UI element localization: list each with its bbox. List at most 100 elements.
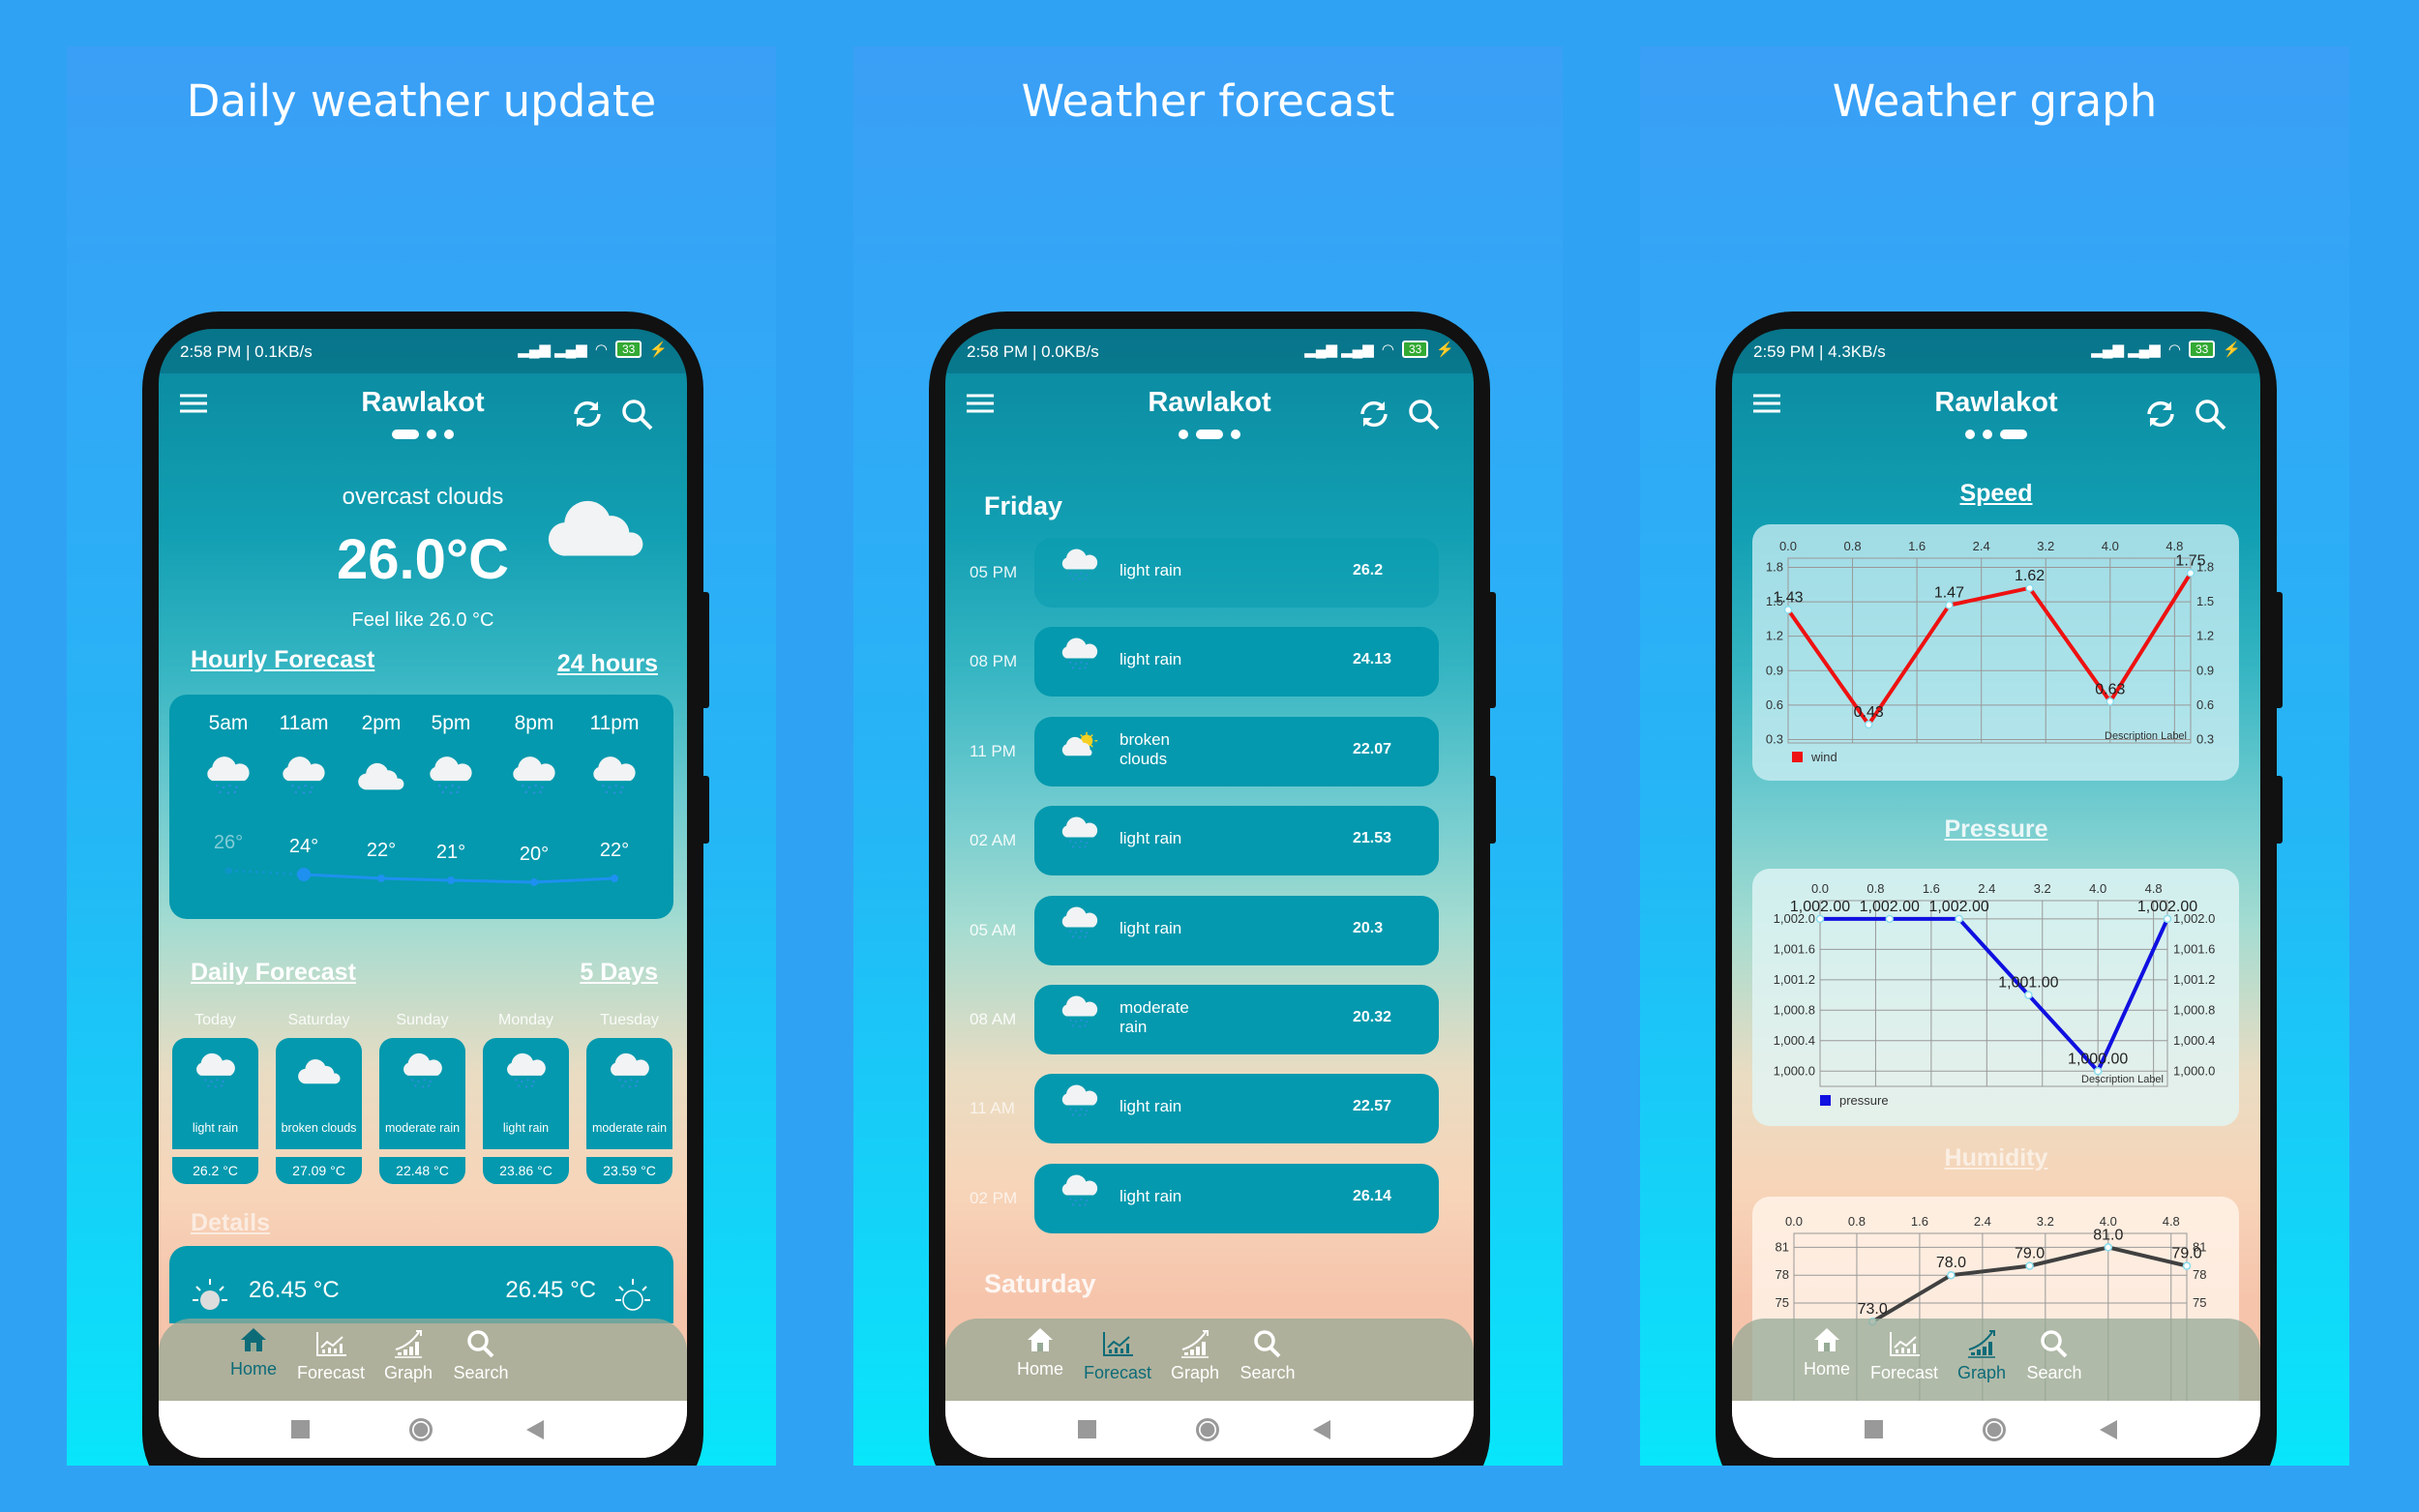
search-icon[interactable] <box>1408 399 1441 436</box>
recent-apps-button[interactable] <box>1078 1420 1096 1438</box>
hourly-line-segment <box>450 878 535 884</box>
forecast-temp: 21.53 <box>1353 830 1392 847</box>
y-tick-label-left: 78 <box>1776 1267 1789 1282</box>
back-button[interactable] <box>2100 1420 2117 1439</box>
refresh-icon[interactable] <box>2143 399 2178 434</box>
rain-cloud-icon <box>1060 1083 1100 1120</box>
hourly-point <box>447 876 455 884</box>
city-title: Rawlakot <box>1148 387 1271 418</box>
daily-card[interactable]: light rain <box>483 1038 569 1149</box>
daily-desc: light rain <box>192 1121 239 1135</box>
daily-card[interactable]: broken clouds <box>276 1038 362 1149</box>
forecast-row[interactable]: light rain 26.14 <box>1034 1163 1439 1233</box>
hourly-line-segment <box>380 876 452 882</box>
daily-temp: 22.48 °C <box>379 1157 465 1184</box>
data-point <box>1947 1270 1956 1280</box>
nav-search[interactable]: Search <box>423 1328 539 1383</box>
hourly-point <box>377 875 385 882</box>
daily-desc: broken clouds <box>281 1121 357 1135</box>
y-tick-label-right: 0.3 <box>2196 731 2214 746</box>
forecast-temp: 20.32 <box>1353 1009 1392 1025</box>
nav-label: Search <box>2026 1363 2082 1382</box>
x-tick-label: 2.4 <box>1974 1214 1991 1229</box>
city-title: Rawlakot <box>361 387 485 418</box>
back-button[interactable] <box>526 1420 544 1439</box>
daily-card[interactable]: moderate rain <box>379 1038 465 1149</box>
home-button[interactable] <box>409 1418 433 1441</box>
humidity-chart-title: Humidity <box>1944 1144 2048 1171</box>
status-time: 2:59 PM | 4.3KB/s <box>1753 342 1886 361</box>
refresh-icon[interactable] <box>570 399 605 434</box>
data-point <box>1864 720 1873 729</box>
daily-day: Today <box>194 1012 236 1028</box>
home-button[interactable] <box>1983 1418 2006 1441</box>
panel-daily-weather: Daily weather update 2:58 PM | 0.1KB/s ▂… <box>67 46 776 1466</box>
recent-apps-button[interactable] <box>291 1420 310 1438</box>
forecast-time: 11 AM <box>970 1099 1015 1118</box>
recent-apps-button[interactable] <box>1865 1420 1883 1438</box>
charging-icon: ⚡ <box>649 341 668 358</box>
series-line <box>1786 572 2193 728</box>
data-label: 1.75 <box>2175 552 2205 569</box>
forecast-row[interactable]: broken clouds 22.07 <box>1034 716 1439 786</box>
forecast-row[interactable]: light rain 22.57 <box>1034 1074 1439 1144</box>
refresh-icon[interactable] <box>1357 399 1391 434</box>
forecast-temp: 20.3 <box>1353 919 1384 936</box>
y-tick-label-right: 1,001.6 <box>2173 941 2215 956</box>
x-tick-label: 4.8 <box>2165 539 2183 553</box>
forecast-row[interactable]: light rain 21.53 <box>1034 806 1439 876</box>
forecast-desc: light rain <box>1120 918 1182 937</box>
search-icon[interactable] <box>2195 399 2227 436</box>
daily-card[interactable]: light rain <box>172 1038 258 1149</box>
data-label: 1.43 <box>1773 589 1803 606</box>
daily-desc: moderate rain <box>591 1121 668 1135</box>
search-icon[interactable] <box>621 399 654 436</box>
hourly-24-hours-link[interactable]: 24 hours <box>557 650 658 678</box>
y-tick-label-left: 1,000.8 <box>1774 1002 1815 1017</box>
back-button[interactable] <box>1313 1420 1330 1439</box>
y-tick-label-right: 0.6 <box>2196 697 2214 712</box>
home-button[interactable] <box>1196 1418 1219 1441</box>
speed-chart: 0.0 0.8 1.6 2.4 3.2 4.0 4.8 0.3 0.3 0.6 0.6 0.9 0.9 1… <box>1766 539 2214 764</box>
y-tick-label-right: 1,000.4 <box>2173 1033 2215 1048</box>
forecast-row[interactable]: light rain 20.3 <box>1034 895 1439 965</box>
status-bar: 2:58 PM | 0.0KB/s ▂▄▆ ▂▄▆ ◠ 33 ⚡ <box>945 329 1474 373</box>
data-label: 1,001.00 <box>1998 975 2058 992</box>
hourly-point <box>297 868 311 881</box>
graph-icon <box>1968 1330 1995 1358</box>
data-label: 1,002.00 <box>1860 899 1920 915</box>
daily-card[interactable]: moderate rain <box>586 1038 672 1149</box>
panel-weather-graph: Weather graph 2:59 PM | 4.3KB/s ▂▄▆ ▂▄▆ ◠… <box>1640 46 2349 1466</box>
forecast-row[interactable]: moderate rain 20.32 <box>1034 985 1439 1054</box>
forecast-time: 02 AM <box>970 831 1017 850</box>
daily-desc: light rain <box>502 1121 550 1135</box>
wifi-icon: ◠ <box>2167 341 2181 358</box>
sunset-icon <box>615 1279 650 1311</box>
battery-icon: 33 <box>1401 341 1429 358</box>
rain-cloud-icon <box>1060 905 1100 942</box>
data-label: 0.63 <box>2095 681 2125 697</box>
y-tick-label-right: 78 <box>2193 1267 2206 1282</box>
phone-frame: 2:59 PM | 4.3KB/s ▂▄▆ ▂▄▆ ◠ 33 ⚡ Rawlakot S… <box>1716 311 2283 1466</box>
status-bar: 2:58 PM | 0.1KB/s ▂▄▆ ▂▄▆ ◠ 33 ⚡ <box>159 329 687 373</box>
legend-swatch <box>1820 1095 1831 1106</box>
forecast-row[interactable]: light rain 24.13 <box>1034 627 1439 697</box>
y-tick-label-left: 1.8 <box>1766 559 1783 574</box>
y-tick-label-left: 0.9 <box>1766 663 1783 677</box>
hourly-point <box>611 875 618 882</box>
data-label: 1,002.00 <box>2137 899 2197 915</box>
data-label: 1.47 <box>1934 585 1964 602</box>
forecast-desc: broken clouds <box>1120 729 1170 768</box>
nav-search[interactable]: Search <box>1210 1328 1326 1383</box>
y-tick-label-left: 1.2 <box>1766 629 1783 643</box>
home-icon <box>1028 1328 1053 1351</box>
rain-cloud-icon <box>1060 815 1100 852</box>
x-tick-label: 0.8 <box>1867 881 1884 896</box>
data-label: 1,000.00 <box>2068 1051 2128 1067</box>
nav-search[interactable]: Search <box>1996 1328 2112 1383</box>
panel-title: Weather forecast <box>1021 75 1395 127</box>
forecast-row[interactable]: light rain 26.2 <box>1034 538 1439 608</box>
x-tick-label: 0.0 <box>1779 539 1797 553</box>
forecast-desc: light rain <box>1120 1097 1182 1116</box>
daily-5-days-link[interactable]: 5 Days <box>580 959 658 987</box>
